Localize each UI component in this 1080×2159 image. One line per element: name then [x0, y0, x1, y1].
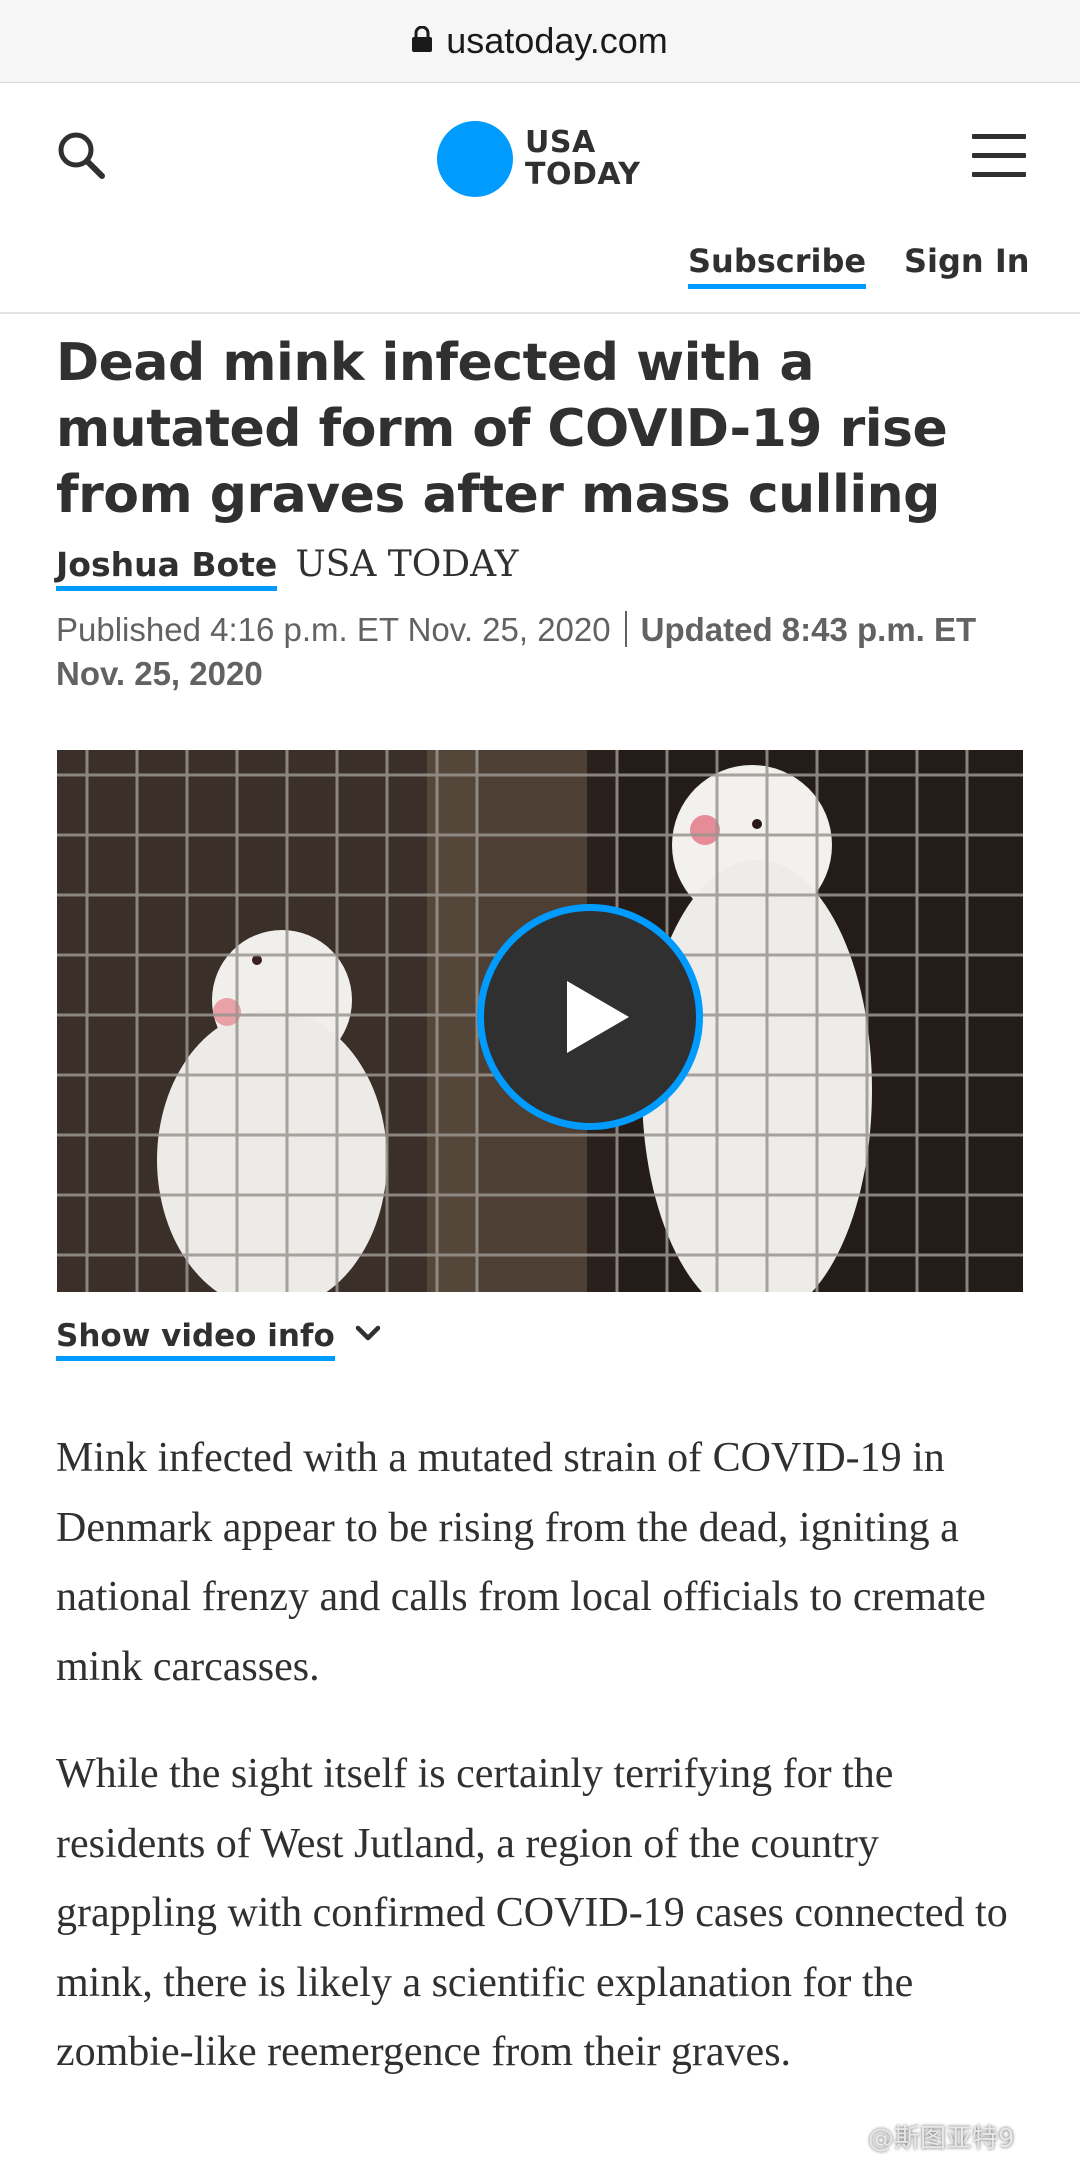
url-text: usatoday.com	[446, 20, 668, 61]
article-headline: Dead mink infected with a mutated form o…	[56, 333, 948, 525]
show-video-info-toggle[interactable]: Show video info	[56, 1318, 381, 1361]
author-link[interactable]: Joshua Bote	[56, 545, 278, 591]
lock-icon	[412, 26, 433, 52]
logo-line2: TODAY	[525, 157, 641, 192]
play-icon	[567, 981, 629, 1053]
signin-link[interactable]: Sign In	[904, 242, 1030, 280]
logo-line1: USA	[525, 125, 596, 160]
search-icon[interactable]	[56, 130, 106, 180]
logo-wordmark: USA TODAY	[525, 127, 640, 191]
video-player[interactable]	[57, 750, 1023, 1292]
play-button[interactable]	[477, 904, 703, 1130]
article-dates: Published 4:16 p.m. ET Nov. 25, 2020 Upda…	[56, 608, 1016, 696]
date-divider	[624, 611, 627, 647]
show-video-info-label: Show video info	[56, 1318, 335, 1361]
byline: Joshua Bote USA TODAY	[56, 544, 518, 591]
chevron-down-icon	[355, 1325, 380, 1340]
article-paragraph: Mink infected with a mutated strain of C…	[56, 1435, 986, 1690]
subscribe-link[interactable]: Subscribe	[688, 242, 867, 289]
usa-today-logo[interactable]: USA TODAY	[437, 121, 640, 197]
watermark: @斯图亚特9	[868, 2124, 1015, 2154]
article-paragraph: While the sight itself is certainly terr…	[56, 1751, 1008, 2075]
source-label: USA TODAY	[295, 544, 519, 585]
address-bar[interactable]: usatoday.com	[0, 0, 1080, 83]
logo-circle	[437, 121, 513, 197]
published-date: Published 4:16 p.m. ET Nov. 25, 2020	[56, 611, 611, 648]
hamburger-menu-icon[interactable]	[972, 134, 1026, 178]
